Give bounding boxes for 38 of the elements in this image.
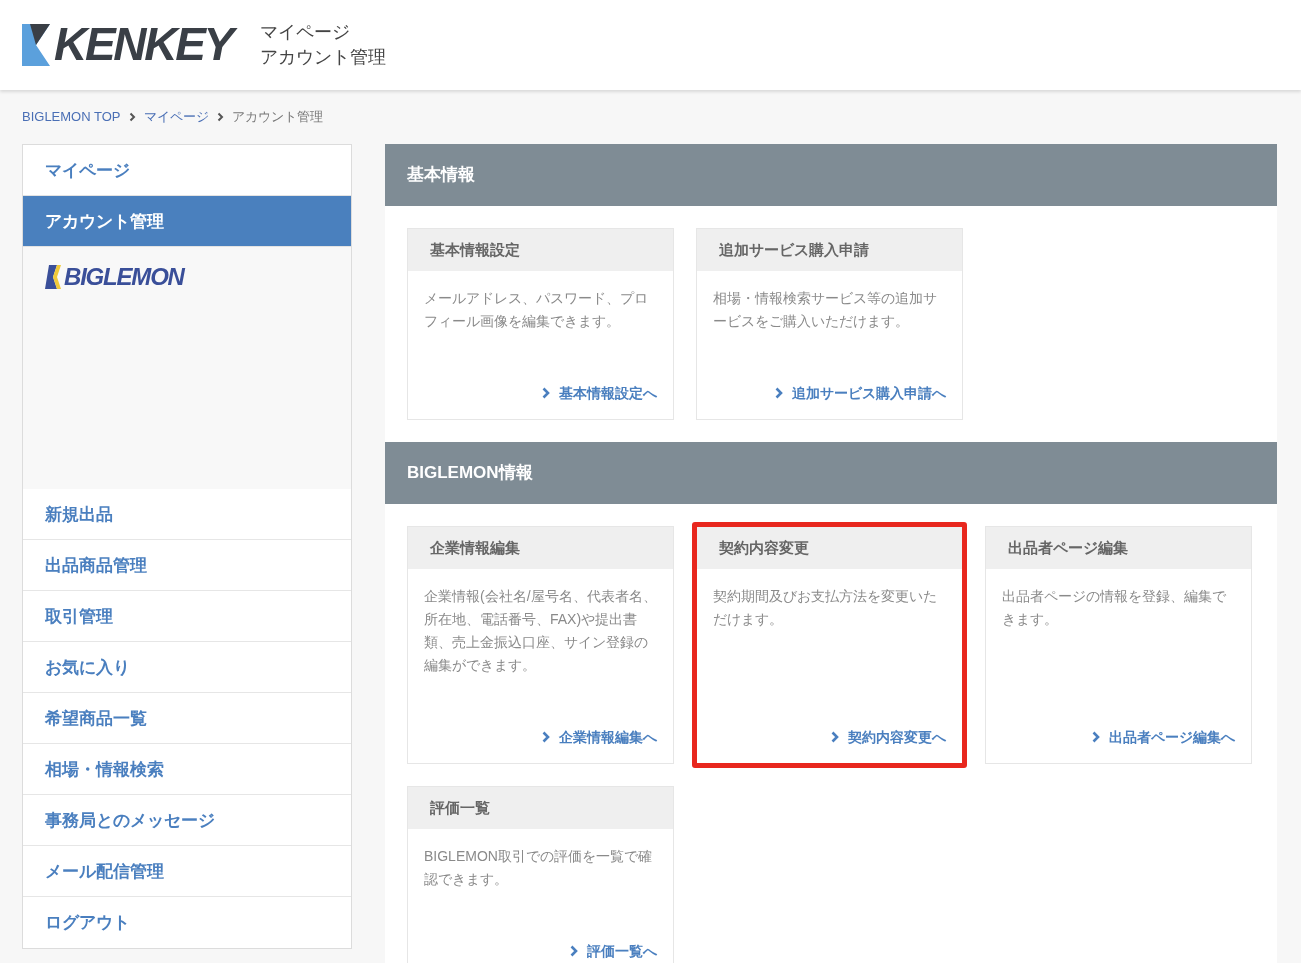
card-description: 出品者ページの情報を登録、編集できます。 — [1001, 587, 1227, 629]
card-title: 企業情報編集 — [408, 527, 673, 569]
breadcrumb-link[interactable]: BIGLEMON TOP — [22, 107, 121, 127]
chevron-right-icon — [216, 112, 224, 122]
card-description: 企業情報(会社名/屋号名、代表者名、所在地、電話番号、FAX)や提出書類、売上金振込口座、サイン登録の編集ができます。 — [423, 587, 658, 675]
chevron-right-icon — [831, 731, 839, 743]
chevron-right-icon — [570, 945, 578, 957]
card-title: 評価一覧 — [408, 787, 673, 829]
breadcrumb-current[interactable]: アカウント管理 — [231, 107, 323, 127]
site-logo[interactable]: KENKEY — [54, 17, 240, 73]
chevron-right-icon — [542, 387, 550, 399]
card-description: メールアドレス、パスワード、プロフィール画像を編集できます。 — [423, 289, 649, 331]
chevron-right-icon — [542, 731, 550, 743]
chevron-right-icon — [775, 387, 783, 399]
sidebar-item[interactable]: アカウント管理 — [23, 196, 351, 247]
card-link[interactable]: 基本情報設定へ — [559, 382, 657, 404]
section-header: 基本情報 — [385, 144, 1277, 206]
page-subtitle: アカウント管理 — [259, 46, 386, 69]
card-title: 基本情報設定 — [408, 229, 673, 271]
chevron-right-icon — [128, 112, 136, 122]
card-description: 相場・情報検索サービス等の追加サービスをご購入いただけます。 — [712, 289, 938, 331]
card-link[interactable]: 出品者ページ編集へ — [1109, 726, 1235, 748]
card-title: 契約内容変更 — [697, 527, 962, 569]
card-description: BIGLEMON取引での評価を一覧で確認できます。 — [423, 847, 653, 889]
card-title: 追加サービス購入申請 — [697, 229, 962, 271]
breadcrumb-link[interactable]: マイページ — [143, 107, 209, 127]
card-link[interactable]: 企業情報編集へ — [559, 726, 657, 748]
brand-mark-icon — [45, 265, 61, 289]
chevron-right-icon — [1092, 731, 1100, 743]
card-description: 契約期間及びお支払方法を変更いただけます。 — [712, 587, 938, 629]
card-title: 出品者ページ編集 — [986, 527, 1251, 569]
card-link[interactable]: 契約内容変更へ — [848, 726, 946, 748]
logo-mark-icon — [22, 24, 50, 66]
brand-logo[interactable]: BIGLEMON — [64, 265, 184, 289]
card-link[interactable]: 追加サービス購入申請へ — [792, 382, 946, 404]
page-subtitle: マイページ — [259, 21, 351, 44]
section-header: BIGLEMON情報 — [385, 442, 1277, 504]
card-link[interactable]: 評価一覧へ — [587, 940, 657, 962]
